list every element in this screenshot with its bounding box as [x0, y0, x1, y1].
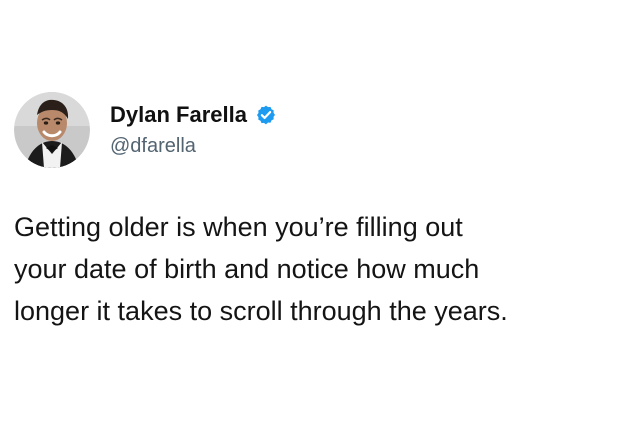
author-name-row: Dylan Farella — [110, 102, 277, 128]
tweet-card: Dylan Farella @dfarella Getting older is… — [0, 0, 640, 439]
author-info: Dylan Farella @dfarella — [110, 102, 277, 158]
verified-badge-icon — [256, 105, 275, 125]
author-display-name[interactable]: Dylan Farella — [110, 102, 247, 128]
tweet-line-3: longer it takes to scroll through the ye… — [14, 296, 508, 326]
tweet-line-2: your date of birth and notice how much — [14, 254, 480, 284]
tweet-header: Dylan Farella @dfarella — [14, 90, 277, 170]
tweet-line-1: Getting older is when you’re filling out — [14, 212, 463, 242]
author-handle[interactable]: @dfarella — [110, 134, 277, 158]
tweet-text: Getting older is when you’re filling out… — [14, 206, 624, 332]
avatar[interactable] — [14, 92, 90, 168]
